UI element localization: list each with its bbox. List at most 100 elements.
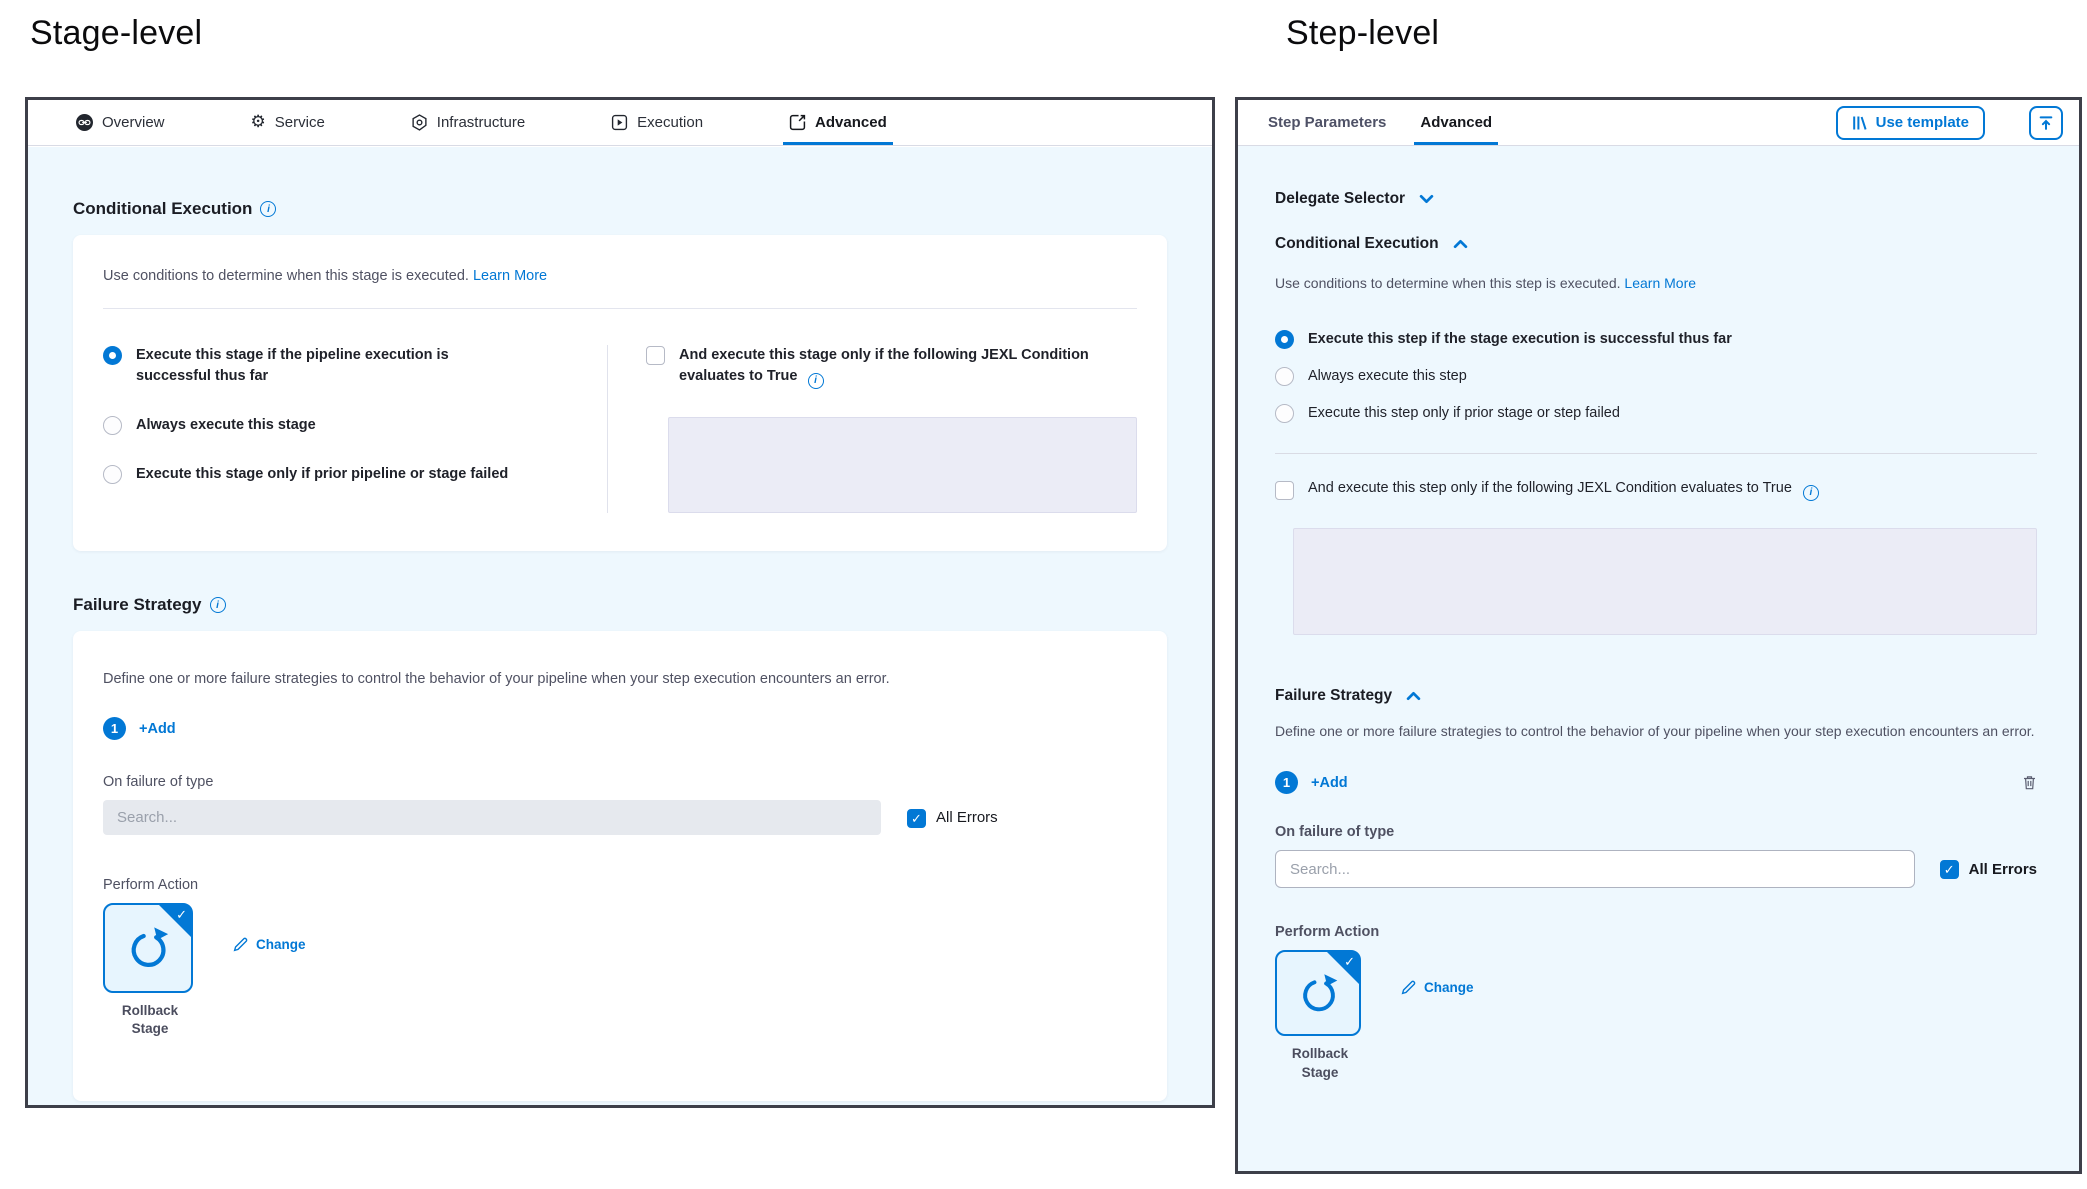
gear-icon: ⚙ bbox=[251, 114, 266, 131]
jexl-condition-checkbox-row[interactable]: And execute this stage only if the follo… bbox=[646, 345, 1137, 389]
failure-strategy-heading[interactable]: Failure Strategy bbox=[1275, 687, 2037, 705]
advanced-icon bbox=[789, 114, 806, 131]
info-icon[interactable]: i bbox=[260, 201, 276, 217]
change-label: Change bbox=[256, 937, 306, 952]
rollback-stage-caption: Rollback Stage bbox=[103, 1002, 197, 1038]
tab-service[interactable]: ⚙ Service bbox=[251, 100, 325, 145]
upload-icon bbox=[2038, 115, 2054, 131]
radio-always-execute[interactable]: Always execute this step bbox=[1275, 366, 2037, 386]
stage-tabbar: Overview ⚙ Service Infrastructure Execut… bbox=[28, 100, 1212, 146]
change-action-link[interactable]: Change bbox=[233, 937, 306, 952]
pencil-icon bbox=[1401, 980, 1416, 995]
chevron-down-icon bbox=[1419, 194, 1434, 204]
change-label: Change bbox=[1424, 980, 1474, 995]
delegate-selector-heading[interactable]: Delegate Selector bbox=[1275, 190, 2037, 208]
on-failure-of-type-label: On failure of type bbox=[103, 774, 1137, 790]
radio-label: Always execute this stage bbox=[136, 415, 316, 436]
failure-strategy-label: Failure Strategy bbox=[1275, 687, 1392, 705]
jexl-condition-input[interactable] bbox=[668, 417, 1137, 513]
infrastructure-icon bbox=[411, 114, 428, 131]
stage-level-title: Stage-level bbox=[30, 14, 202, 53]
jexl-condition-checkbox-row[interactable]: And execute this step only if the follow… bbox=[1275, 480, 2037, 501]
radio-always-execute[interactable]: Always execute this stage bbox=[103, 415, 587, 436]
use-template-button[interactable]: Use template bbox=[1836, 106, 1985, 140]
tab-execution-label: Execution bbox=[637, 114, 703, 131]
failure-strategy-description: Define one or more failure strategies to… bbox=[103, 671, 1137, 687]
conditional-execution-heading: Conditional Execution i bbox=[73, 199, 1212, 219]
radio-icon bbox=[103, 465, 122, 484]
divider bbox=[103, 308, 1137, 309]
all-errors-label: All Errors bbox=[1969, 861, 2037, 878]
add-strategy-button[interactable]: +Add bbox=[1311, 775, 1348, 791]
failure-strategy-heading: Failure Strategy i bbox=[73, 595, 1212, 615]
rollback-stage-tile[interactable]: ✓ bbox=[103, 903, 193, 993]
all-errors-label: All Errors bbox=[936, 809, 998, 826]
all-errors-checkbox-row[interactable]: All Errors bbox=[907, 808, 998, 828]
tab-advanced[interactable]: Advanced bbox=[789, 100, 887, 145]
tab-execution[interactable]: Execution bbox=[611, 100, 703, 145]
radio-execute-if-failed[interactable]: Execute this step only if prior stage or… bbox=[1275, 403, 2037, 423]
conditional-execution-card: Use conditions to determine when this st… bbox=[73, 235, 1167, 551]
tab-step-advanced-label: Advanced bbox=[1420, 114, 1492, 131]
info-icon[interactable]: i bbox=[808, 373, 824, 389]
step-condition-radio-group: Execute this step if the stage execution… bbox=[1275, 329, 2037, 424]
checkbox-checked-icon bbox=[907, 809, 926, 828]
conditional-execution-description: Use conditions to determine when this st… bbox=[1275, 271, 2037, 296]
learn-more-link[interactable]: Learn More bbox=[1624, 275, 1696, 291]
radio-icon bbox=[103, 416, 122, 435]
radio-execute-if-successful[interactable]: Execute this stage if the pipeline execu… bbox=[103, 345, 587, 387]
chevron-up-icon bbox=[1453, 239, 1468, 249]
tab-infrastructure[interactable]: Infrastructure bbox=[411, 100, 525, 145]
radio-execute-if-failed[interactable]: Execute this stage only if prior pipelin… bbox=[103, 464, 587, 485]
tab-infrastructure-label: Infrastructure bbox=[437, 114, 525, 131]
strategy-index-badge[interactable]: 1 bbox=[1275, 771, 1298, 794]
active-tab-underline bbox=[1414, 142, 1498, 145]
jexl-condition-input[interactable] bbox=[1293, 528, 2037, 635]
conditional-execution-heading-label: Conditional Execution bbox=[73, 199, 252, 219]
failure-type-search-input[interactable] bbox=[1275, 850, 1915, 888]
jexl-condition-label: And execute this step only if the follow… bbox=[1308, 480, 1792, 496]
radio-icon bbox=[1275, 404, 1294, 423]
conditional-execution-heading[interactable]: Conditional Execution bbox=[1275, 235, 2037, 253]
perform-action-label: Perform Action bbox=[103, 877, 1137, 893]
divider bbox=[1275, 453, 2037, 454]
pencil-icon bbox=[233, 937, 248, 952]
radio-label: Always execute this step bbox=[1308, 366, 1467, 386]
add-strategy-button[interactable]: +Add bbox=[139, 721, 176, 737]
radio-execute-if-successful[interactable]: Execute this step if the stage execution… bbox=[1275, 329, 2037, 349]
info-icon[interactable]: i bbox=[1803, 485, 1819, 501]
conditional-description-text: Use conditions to determine when this st… bbox=[1275, 275, 1621, 291]
stage-condition-radio-group: Execute this stage if the pipeline execu… bbox=[103, 345, 608, 513]
upload-template-button[interactable] bbox=[2029, 106, 2063, 140]
conditional-execution-label: Conditional Execution bbox=[1275, 235, 1439, 253]
tab-overview[interactable]: Overview bbox=[76, 100, 165, 145]
info-icon[interactable]: i bbox=[210, 597, 226, 613]
overview-icon bbox=[76, 114, 93, 131]
rollback-stage-caption: Rollback Stage bbox=[1275, 1045, 1365, 1081]
delegate-selector-label: Delegate Selector bbox=[1275, 190, 1405, 208]
checkbox-icon bbox=[646, 346, 665, 365]
tab-step-advanced[interactable]: Advanced bbox=[1420, 100, 1492, 145]
tab-step-parameters[interactable]: Step Parameters bbox=[1268, 100, 1386, 145]
all-errors-checkbox-row[interactable]: All Errors bbox=[1940, 859, 2037, 879]
rollback-stage-tile[interactable]: ✓ bbox=[1275, 950, 1361, 1036]
checkbox-icon bbox=[1275, 481, 1294, 500]
chevron-up-icon bbox=[1406, 691, 1421, 701]
learn-more-link[interactable]: Learn More bbox=[473, 268, 547, 284]
radio-label: Execute this step if the stage execution… bbox=[1308, 329, 1732, 349]
delete-strategy-button[interactable] bbox=[2022, 774, 2037, 791]
change-action-link[interactable]: Change bbox=[1401, 980, 1474, 995]
step-level-panel: Step Parameters Advanced Use template De… bbox=[1235, 97, 2082, 1174]
use-template-label: Use template bbox=[1876, 114, 1969, 131]
failure-type-search-input[interactable] bbox=[103, 800, 881, 835]
radio-label: Execute this step only if prior stage or… bbox=[1308, 403, 1620, 423]
radio-icon bbox=[1275, 367, 1294, 386]
tab-step-parameters-label: Step Parameters bbox=[1268, 114, 1386, 131]
conditional-description-text: Use conditions to determine when this st… bbox=[103, 268, 469, 284]
check-icon: ✓ bbox=[1344, 954, 1355, 970]
step-tabbar: Step Parameters Advanced Use template bbox=[1238, 100, 2079, 146]
stage-advanced-content: Conditional Execution i Use conditions t… bbox=[28, 147, 1212, 1105]
strategy-index-badge[interactable]: 1 bbox=[103, 717, 126, 740]
on-failure-of-type-label: On failure of type bbox=[1275, 824, 2037, 840]
tab-overview-label: Overview bbox=[102, 114, 165, 131]
